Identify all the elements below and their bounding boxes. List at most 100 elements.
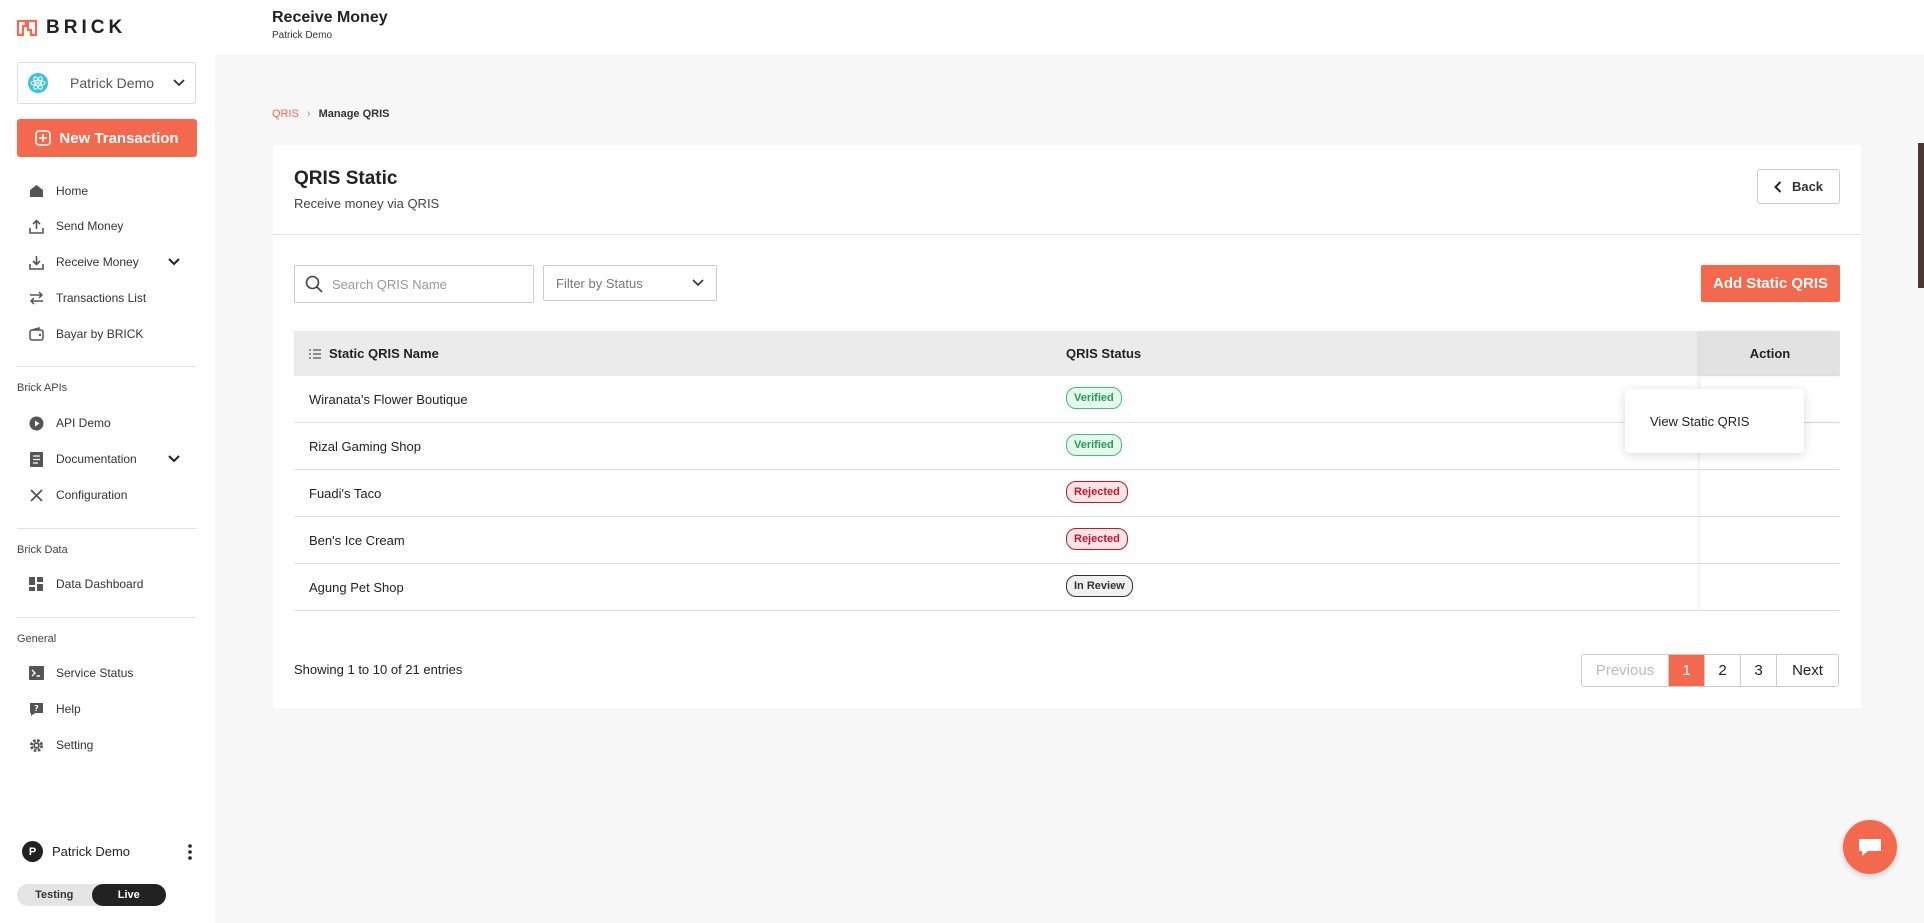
sidebar-divider [17, 617, 196, 618]
pagination: Previous 1 2 3 Next [1581, 654, 1839, 687]
sidebar-item-label: API Demo [56, 416, 111, 430]
card-title: QRIS Static [294, 168, 398, 189]
sidebar-item-service-status[interactable]: Service Status [28, 664, 133, 682]
sidebar-item-data-dashboard[interactable]: Data Dashboard [28, 575, 143, 593]
table-row[interactable]: Agung Pet Shop In Review [294, 564, 1840, 611]
search-input[interactable] [332, 276, 512, 292]
sidebar-item-home[interactable]: Home [28, 182, 88, 200]
status-cell: In Review [1066, 575, 1133, 597]
chevron-down-icon [168, 455, 180, 463]
sidebar-item-setting[interactable]: Setting [28, 736, 93, 754]
sidebar-item-label: Data Dashboard [56, 577, 144, 591]
table-row[interactable]: Ben's Ice Cream Rejected [294, 517, 1840, 564]
action-cell[interactable] [1700, 564, 1840, 610]
view-static-qris-menu-item[interactable]: View Static QRIS [1650, 414, 1749, 429]
new-transaction-label: New Transaction [59, 129, 179, 147]
sidebar-item-send-money[interactable]: Send Money [28, 217, 123, 235]
chevron-down-icon [173, 79, 185, 87]
more-vertical-icon[interactable] [188, 843, 192, 860]
page-2-button[interactable]: 2 [1705, 655, 1741, 686]
logo-text: BRICK [46, 17, 127, 38]
qris-name-cell: Agung Pet Shop [309, 580, 404, 595]
breadcrumb: QRIS › Manage QRIS [272, 108, 389, 120]
chevron-left-icon [1774, 180, 1782, 193]
qris-name-cell: Ben's Ice Cream [309, 533, 405, 548]
status-badge: Rejected [1066, 528, 1128, 550]
sidebar-item-documentation[interactable]: Documentation [28, 450, 188, 468]
action-menu: View Static QRIS [1625, 389, 1804, 453]
sidebar-item-label: Bayar by BRICK [56, 327, 144, 341]
status-badge: In Review [1066, 575, 1133, 597]
new-transaction-button[interactable]: New Transaction [17, 119, 197, 157]
sidebar-item-label: Setting [56, 738, 94, 752]
sort-icon [309, 348, 321, 359]
table-row[interactable]: Wiranata's Flower Boutique Verified [294, 376, 1840, 423]
sidebar-item-receive-money[interactable]: Receive Money [28, 253, 188, 271]
next-page-button[interactable]: Next [1777, 655, 1838, 686]
env-testing-option[interactable]: Testing [17, 884, 92, 906]
search-icon [305, 275, 323, 293]
column-header-label: Static QRIS Name [329, 346, 439, 361]
sidebar-item-bayar-by-brick[interactable]: Bayar by BRICK [28, 325, 143, 343]
page-3-button[interactable]: 3 [1741, 655, 1777, 686]
table-header: Static QRIS Name QRIS Status Action [294, 331, 1840, 376]
page-1-button[interactable]: 1 [1669, 655, 1705, 686]
sidebar-item-help[interactable]: ? Help [28, 700, 81, 718]
page-title: Receive Money [272, 9, 388, 26]
action-cell[interactable] [1700, 517, 1840, 563]
section-label-brick-data: Brick Data [17, 544, 68, 556]
workspace-selector[interactable]: Patrick Demo [17, 62, 196, 104]
sidebar-item-label: Documentation [56, 452, 137, 466]
qris-table: Static QRIS Name QRIS Status Action Wira… [294, 331, 1840, 611]
breadcrumb-current: Manage QRIS [318, 108, 390, 120]
action-cell[interactable] [1700, 470, 1840, 516]
sidebar-item-configuration[interactable]: Configuration [28, 486, 127, 504]
qris-static-card: QRIS Static Receive money via QRIS Back … [273, 145, 1861, 708]
breadcrumb-link-qris[interactable]: QRIS [272, 108, 299, 120]
filter-placeholder: Filter by Status [556, 275, 643, 291]
breadcrumb-separator: › [306, 108, 311, 120]
previous-page-button[interactable]: Previous [1582, 655, 1669, 686]
qris-name-cell: Fuadi's Taco [309, 486, 382, 501]
status-filter-select[interactable]: Filter by Status [543, 265, 717, 301]
env-live-option[interactable]: Live [91, 884, 166, 906]
section-label-brick-apis: Brick APIs [17, 382, 68, 394]
sidebar-item-transactions-list[interactable]: Transactions List [28, 289, 146, 307]
status-cell: Rejected [1066, 481, 1128, 503]
add-static-qris-button[interactable]: Add Static QRIS [1701, 265, 1840, 302]
status-cell: Verified [1066, 387, 1122, 409]
card-subtitle: Receive money via QRIS [294, 196, 440, 211]
user-profile[interactable]: P Patrick Demo [22, 841, 192, 862]
top-header: Receive Money Patrick Demo [215, 0, 1924, 54]
sidebar-item-label: Send Money [56, 219, 124, 233]
column-header-action: Action [1700, 331, 1840, 376]
back-button[interactable]: Back [1757, 169, 1840, 204]
sidebar-divider [17, 528, 196, 529]
status-badge: Verified [1066, 434, 1122, 456]
page-subtitle: Patrick Demo [272, 30, 333, 41]
status-cell: Rejected [1066, 528, 1128, 550]
help-icon: ? [28, 701, 44, 717]
search-box [294, 265, 534, 303]
chevron-down-icon [168, 258, 180, 266]
brick-logo[interactable]: BRICK [16, 17, 126, 39]
gear-icon [28, 737, 44, 753]
sidebar: BRICK Patrick Demo New Transaction Home … [0, 0, 215, 923]
sidebar-item-api-demo[interactable]: API Demo [28, 414, 111, 432]
column-header-name[interactable]: Static QRIS Name [309, 346, 439, 361]
column-header-status: QRIS Status [1066, 346, 1142, 361]
brick-logo-icon [16, 19, 38, 37]
chat-button[interactable] [1843, 820, 1897, 874]
wallet-icon [28, 326, 44, 342]
user-name: Patrick Demo [52, 844, 131, 859]
table-row[interactable]: Rizal Gaming Shop Verified [294, 423, 1840, 470]
terminal-icon [28, 665, 44, 681]
avatar: P [22, 841, 43, 862]
table-row[interactable]: Fuadi's Taco Rejected [294, 470, 1840, 517]
dashboard-icon [28, 576, 44, 592]
sidebar-item-label: Help [56, 702, 81, 716]
environment-toggle: Testing Live [17, 884, 166, 906]
upload-icon [28, 218, 44, 234]
entries-summary: Showing 1 to 10 of 21 entries [294, 662, 463, 677]
tools-icon [28, 487, 44, 503]
